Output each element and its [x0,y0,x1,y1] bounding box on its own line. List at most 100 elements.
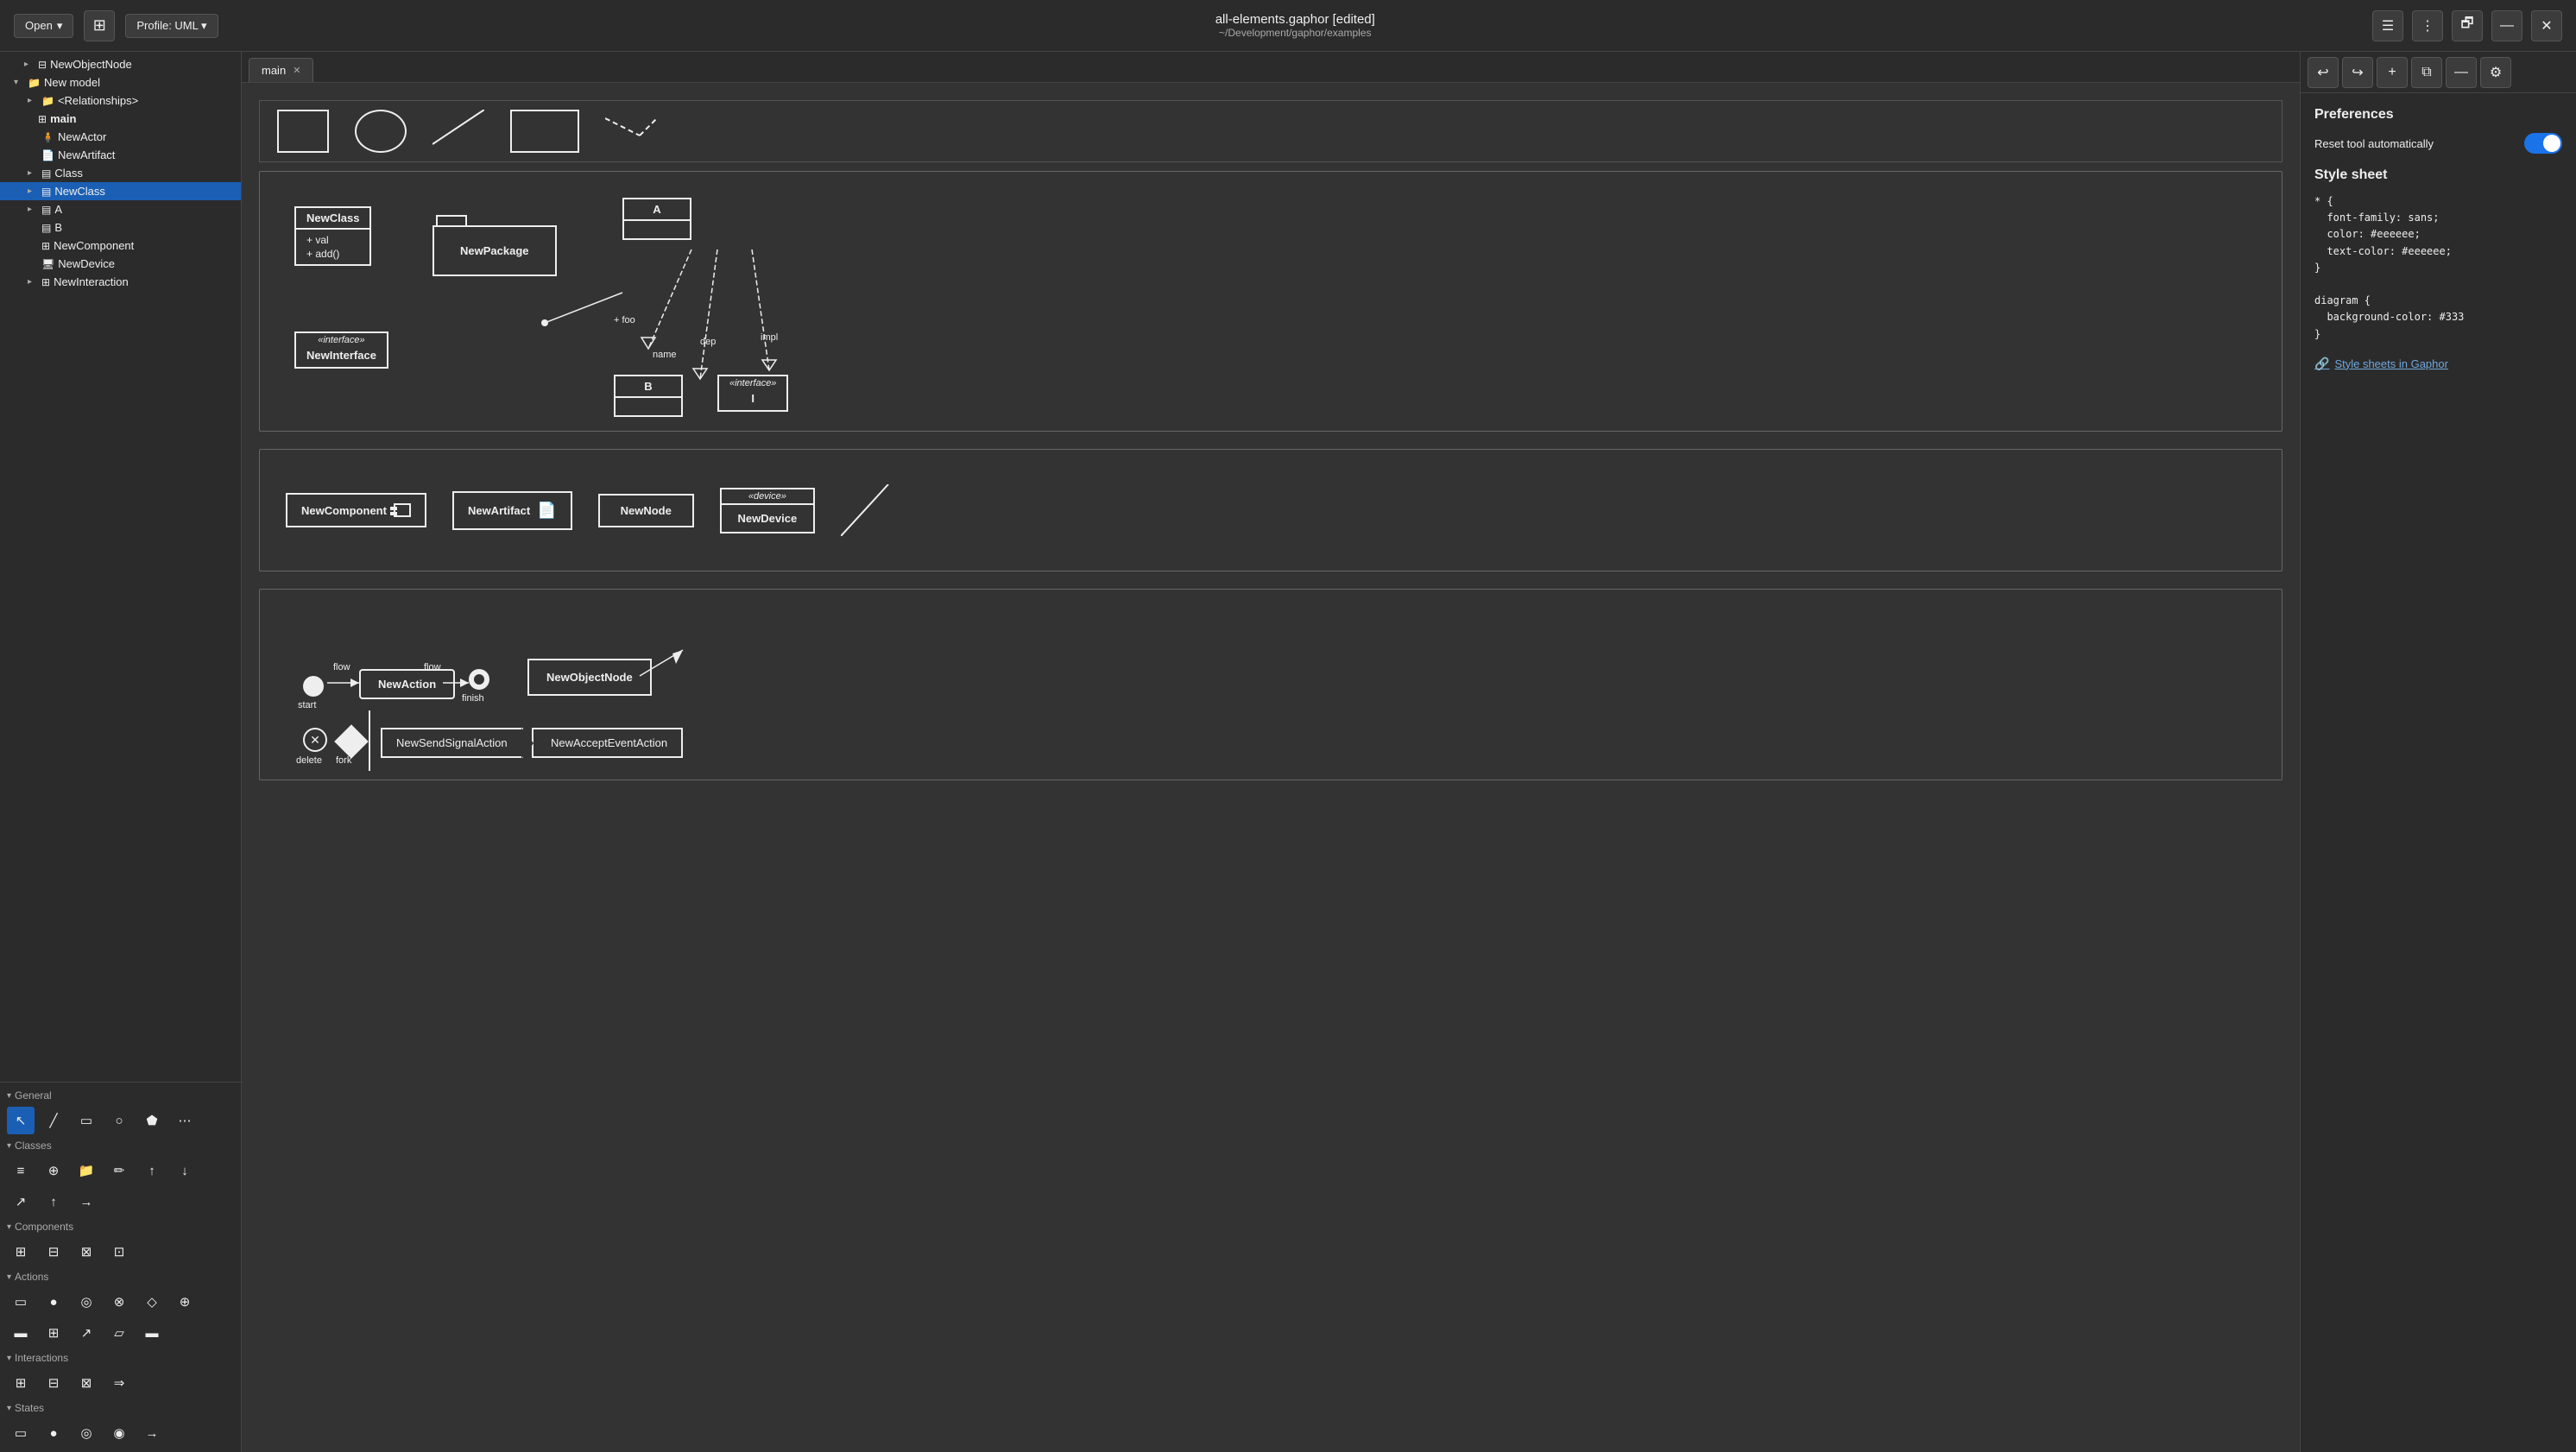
copy-button[interactable]: ⧉ [2411,57,2442,88]
reset-toggle[interactable] [2524,133,2562,154]
tree-item-new-class[interactable]: ▸ ▤ NewClass [0,182,241,200]
tool-act-arrow[interactable]: ↗ [73,1319,100,1347]
tab-main[interactable]: main ✕ [249,58,313,82]
tree-item-new-object-node[interactable]: ▸ ⊟ NewObjectNode [0,55,241,73]
tool-comp1[interactable]: ⊞ [7,1238,35,1266]
tool-line[interactable]: ╱ [40,1107,67,1134]
shape-rect2 [510,110,579,153]
delete-toolbar-button[interactable]: — [2446,57,2477,88]
tab-close-icon[interactable]: ✕ [293,65,300,76]
tree-icon-class: ▤ [41,167,51,180]
tool-act-bar[interactable]: ▬ [7,1319,35,1347]
tool-up[interactable]: ↑ [138,1157,166,1184]
tool-pointer[interactable]: ↖ [7,1107,35,1134]
add-button[interactable]: + [2377,57,2408,88]
settings-button[interactable]: ⚙ [2480,57,2511,88]
close-button[interactable]: ✕ [2531,10,2562,41]
tool-class[interactable]: ≡ [7,1157,35,1184]
new-interface-element[interactable]: «interface» NewInterface [294,331,388,369]
stylesheet-code[interactable]: * { font-family: sans; color: #eeeeee; t… [2314,193,2562,343]
restore-button[interactable]: 🗗 [2452,10,2483,41]
tool-st-arrow[interactable]: → [138,1419,166,1447]
tool-interface[interactable]: ⊕ [40,1157,67,1184]
tool-comp3[interactable]: ⊠ [73,1238,100,1266]
new-node-element[interactable]: NewNode [598,494,694,527]
tool-diagonal[interactable]: ↗ [7,1188,35,1215]
tool-circle[interactable]: ○ [105,1107,133,1134]
tool-up2[interactable]: ↑ [40,1188,67,1215]
link-icon: 🔗 [2314,357,2329,371]
components-section-header[interactable]: ▾ Components [0,1217,241,1236]
tool-dots[interactable]: ⋯ [171,1107,199,1134]
tree-item-new-component[interactable]: ⊞ NewComponent [0,237,241,255]
sidebar-toggle-button[interactable]: ☰ [2372,10,2403,41]
tool-int1[interactable]: ⊞ [7,1369,35,1397]
interface-i-element[interactable]: «interface» I [717,375,788,412]
actions-arrow-icon: ▾ [7,1272,11,1282]
tree-item-new-artifact[interactable]: 📄 NewArtifact [0,146,241,164]
tree-label: NewClass [54,185,105,198]
tool-int2[interactable]: ⊟ [40,1369,67,1397]
tree-item-new-model[interactable]: ▾ 📁 New model [0,73,241,92]
tool-st-circle[interactable]: ◎ [73,1419,100,1447]
tool-act-grid[interactable]: ⊞ [40,1319,67,1347]
classes-tools-row2: ↗ ↑ → [0,1186,241,1217]
tree-item-a[interactable]: ▸ ▤ A [0,200,241,218]
tool-comp4[interactable]: ⊡ [105,1238,133,1266]
layout-icon-button[interactable]: ⊞ [84,10,115,41]
tool-package[interactable]: 📁 [73,1157,100,1184]
tool-st-rect[interactable]: ▭ [7,1419,35,1447]
tree-arrow: ▸ [28,96,38,105]
tree-item-class[interactable]: ▸ ▤ Class [0,164,241,182]
tool-int3[interactable]: ⊠ [73,1369,100,1397]
profile-button[interactable]: Profile: UML ▾ [125,14,218,38]
classes-section-header[interactable]: ▾ Classes [0,1136,241,1155]
tool-act-circle[interactable]: ◎ [73,1288,100,1316]
minimize-button[interactable]: — [2491,10,2522,41]
tree-item-relationships[interactable]: ▸ 📁 <Relationships> [0,92,241,110]
tool-act-filled[interactable]: ● [40,1288,67,1316]
general-section-header[interactable]: ▾ General [0,1086,241,1105]
new-artifact-element[interactable]: NewArtifact 📄 [452,491,572,530]
tree-item-new-interaction[interactable]: ▸ ⊞ NewInteraction [0,273,241,291]
tool-int4[interactable]: ⇒ [105,1369,133,1397]
tool-st-filled[interactable]: ● [40,1419,67,1447]
component-icon [394,503,411,517]
tool-comp2[interactable]: ⊟ [40,1238,67,1266]
tree-arrow: ▾ [14,78,24,87]
tool-st-target[interactable]: ◉ [105,1419,133,1447]
open-button[interactable]: Open ▾ [14,14,73,38]
tree-label: Class [54,167,83,180]
tool-edit[interactable]: ✏ [105,1157,133,1184]
tool-act-rect[interactable]: ▭ [7,1288,35,1316]
new-component-element[interactable]: NewComponent [286,493,426,527]
tool-right[interactable]: → [73,1188,100,1215]
interactions-section-header[interactable]: ▾ Interactions [0,1348,241,1367]
tool-act-x[interactable]: ⊗ [105,1288,133,1316]
tool-diamond[interactable]: ⬟ [138,1107,166,1134]
tree-item-new-actor[interactable]: 🧍 NewActor [0,128,241,146]
b-element[interactable]: B [614,375,683,417]
tool-act-plus[interactable]: ⊕ [171,1288,199,1316]
tree-item-new-device[interactable]: 🖥 NewDevice [0,255,241,273]
tool-down[interactable]: ↓ [171,1157,199,1184]
tool-act-bar2[interactable]: ▬ [138,1319,166,1347]
tool-act-para[interactable]: ▱ [105,1319,133,1347]
canvas-scroll[interactable]: NewClass + val + add() NewPack [242,83,2300,1452]
menu-button[interactable]: ⋮ [2412,10,2443,41]
new-device-element[interactable]: «device» NewDevice [720,488,815,533]
undo-button[interactable]: ↩ [2308,57,2339,88]
tree-item-b[interactable]: ▤ B [0,218,241,237]
tool-act-diamond[interactable]: ◇ [138,1288,166,1316]
tree-item-main[interactable]: ⊞ main [0,110,241,128]
redo-button[interactable]: ↪ [2342,57,2373,88]
open-dropdown-icon: ▾ [57,19,63,33]
tool-rect[interactable]: ▭ [73,1107,100,1134]
stylesheet-link[interactable]: 🔗 Style sheets in Gaphor [2314,357,2562,371]
tree-icon-interaction: ⊞ [41,276,50,288]
states-section-header[interactable]: ▾ States [0,1398,241,1417]
tree-label: A [54,203,62,216]
tree-label: main [50,112,76,125]
actions-section-header[interactable]: ▾ Actions [0,1267,241,1286]
top-bar-center: all-elements.gaphor [edited] ~/Developme… [229,12,2362,39]
